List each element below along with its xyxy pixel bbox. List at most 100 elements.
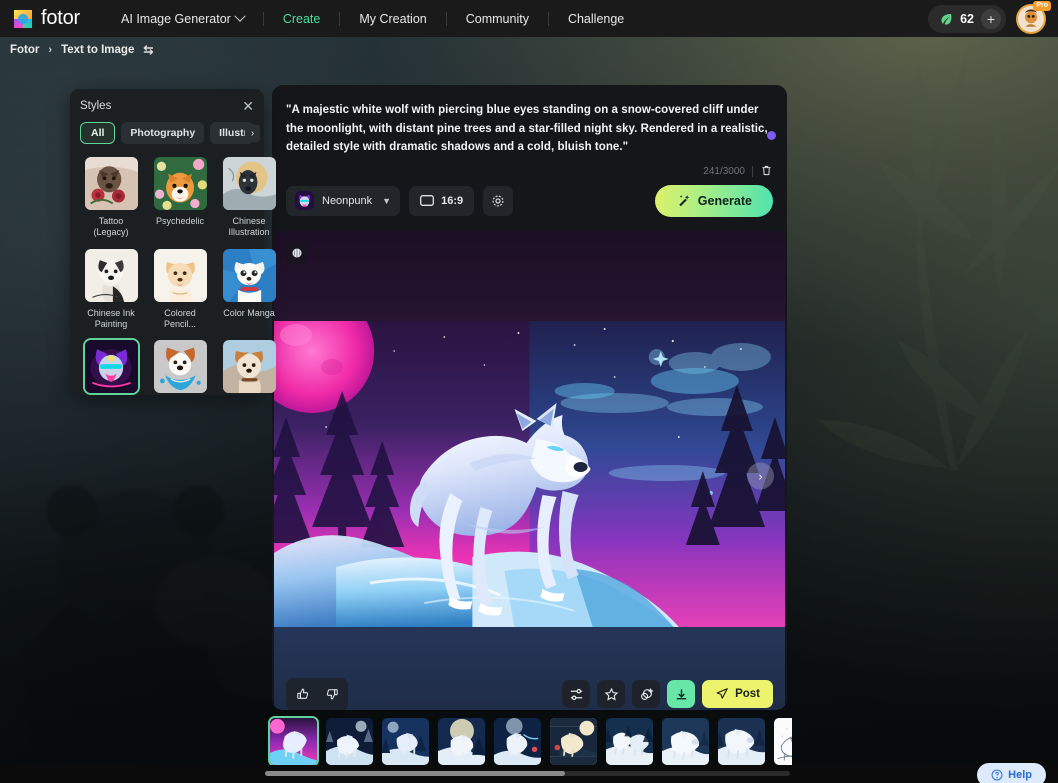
leaf-credit-icon xyxy=(941,13,952,24)
filmstrip-thumb[interactable] xyxy=(772,716,792,767)
star-icon[interactable] xyxy=(597,680,626,709)
aspect-ratio-selector[interactable]: 16:9 xyxy=(409,185,475,216)
settings-button[interactable] xyxy=(483,185,514,216)
nav-label: Challenge xyxy=(567,11,625,26)
style-selector-label: Neonpunk xyxy=(322,194,373,207)
breadcrumb-current[interactable]: Text to Image xyxy=(61,44,134,56)
generation-panel: "A majestic white wolf with piercing blu… xyxy=(272,85,787,710)
aspect-ratio-icon xyxy=(420,195,435,207)
nav-item-my-creation[interactable]: My Creation xyxy=(340,0,445,37)
chevron-down-icon xyxy=(234,10,246,22)
results-filmstrip xyxy=(268,716,792,768)
generation-controls: Neonpunk ▼ 16:9 Generate xyxy=(272,181,787,231)
filmstrip-thumb[interactable] xyxy=(716,716,767,767)
style-selector[interactable]: Neonpunk ▼ xyxy=(286,185,401,216)
filmstrip-thumb[interactable] xyxy=(492,716,543,767)
app-root: fotor AI Image Generator Create My Creat… xyxy=(0,0,1058,783)
filmstrip-thumb[interactable] xyxy=(380,716,431,767)
avatar[interactable]: Pro xyxy=(1016,0,1051,34)
style-item-psychedelic[interactable]: Psychedelic xyxy=(149,155,211,239)
style-thumbnail xyxy=(153,248,207,302)
generate-button[interactable]: Generate xyxy=(654,184,773,217)
vote-group xyxy=(286,677,348,710)
nav-item-challenge[interactable]: Challenge xyxy=(549,0,643,37)
filmstrip-thumb[interactable] xyxy=(660,716,711,767)
download-button[interactable] xyxy=(667,680,696,709)
style-item-color-manga[interactable]: Color Manga xyxy=(218,247,280,331)
add-credits-button[interactable]: + xyxy=(981,8,1001,29)
styles-panel-title: Styles xyxy=(80,100,112,112)
prompt-area: "A majestic white wolf with piercing blu… xyxy=(272,85,787,181)
image-actions: Post xyxy=(562,680,773,709)
nav-label: Create xyxy=(282,11,321,26)
chevron-right-icon[interactable]: › xyxy=(245,125,260,142)
style-item-neonpunk[interactable] xyxy=(80,338,142,399)
brand-logo[interactable]: fotor xyxy=(12,7,80,30)
breadcrumb-root[interactable]: Fotor xyxy=(10,44,39,56)
prompt-status-dot xyxy=(767,131,776,140)
credits-pill[interactable]: 62 + xyxy=(928,4,1006,33)
prompt-input[interactable]: "A majestic white wolf with piercing blu… xyxy=(286,101,773,157)
help-button[interactable]: Help xyxy=(977,763,1046,783)
nav-item-ai-image-generator[interactable]: AI Image Generator xyxy=(102,0,263,37)
brand-name: fotor xyxy=(41,7,81,29)
generate-button-label: Generate xyxy=(697,193,752,208)
nav-item-community[interactable]: Community xyxy=(447,0,548,37)
ai-brain-icon[interactable] xyxy=(286,242,307,264)
post-button-label: Post xyxy=(735,688,760,701)
nav-item-create[interactable]: Create xyxy=(264,0,340,37)
style-category-tabs: All Photography Illustration › xyxy=(80,122,260,144)
style-item-colored-pencil[interactable]: Colored Pencil... xyxy=(149,247,211,331)
style-thumbnail xyxy=(84,157,138,210)
chevron-down-icon: ▼ xyxy=(382,195,392,206)
style-item-label: Chinese Ink Painting xyxy=(87,307,135,329)
style-item-chinese-illustration[interactable]: Chinese Illustration xyxy=(218,155,280,239)
style-item-label: Psychedelic xyxy=(155,216,205,226)
nav-label: Community xyxy=(465,11,529,26)
style-item-splash-art[interactable] xyxy=(149,338,211,399)
style-item-chinese-ink-painting[interactable]: Chinese Ink Painting xyxy=(80,247,142,331)
help-button-label: Help xyxy=(1008,769,1032,781)
bottom-bar xyxy=(0,765,1058,783)
meta-divider xyxy=(752,166,753,178)
nav-label: My Creation xyxy=(359,11,427,26)
filmstrip-thumb[interactable] xyxy=(268,716,319,767)
filmstrip-thumb[interactable] xyxy=(436,716,487,767)
style-item-label: Colored Pencil... xyxy=(163,307,196,329)
scrollbar-thumb[interactable] xyxy=(265,771,565,776)
style-thumbnail xyxy=(153,340,207,393)
style-thumbnail xyxy=(153,157,207,210)
filmstrip-thumb[interactable] xyxy=(548,716,599,767)
style-item-tattoo-legacy[interactable]: Tattoo (Legacy) xyxy=(80,155,142,239)
style-thumbnail xyxy=(222,248,276,302)
character-count: 241/3000 xyxy=(703,166,745,178)
breadcrumb: Fotor › Text to Image ⇆ xyxy=(0,37,153,63)
magic-edit-icon[interactable] xyxy=(632,680,661,709)
send-icon xyxy=(716,688,728,700)
horizontal-scrollbar[interactable] xyxy=(265,771,790,776)
style-item-corgi-style[interactable] xyxy=(218,338,280,399)
sliders-icon[interactable] xyxy=(562,680,591,709)
nav-label: AI Image Generator xyxy=(121,11,231,26)
settings-gear-icon xyxy=(492,195,504,207)
style-thumbnail xyxy=(222,340,276,393)
thumbs-down-icon[interactable] xyxy=(319,682,344,707)
filmstrip-thumb[interactable] xyxy=(604,716,655,767)
style-tab-photography[interactable]: Photography xyxy=(121,122,205,144)
prompt-meta: 241/3000 xyxy=(286,163,773,181)
thumbs-up-icon[interactable] xyxy=(290,682,315,707)
breadcrumb-separator: › xyxy=(48,44,53,56)
filmstrip-thumb[interactable] xyxy=(324,716,375,767)
aspect-ratio-label: 16:9 xyxy=(441,194,464,207)
trash-icon[interactable] xyxy=(760,164,773,180)
next-image-button[interactable]: › xyxy=(747,462,774,490)
style-tab-all[interactable]: All xyxy=(80,122,116,144)
style-item-label: Tattoo (Legacy) xyxy=(93,216,129,238)
top-header: fotor AI Image Generator Create My Creat… xyxy=(0,0,1058,37)
close-icon[interactable]: ✕ xyxy=(242,99,254,113)
swap-icon[interactable]: ⇆ xyxy=(143,43,153,57)
post-button[interactable]: Post xyxy=(702,680,773,709)
style-thumbnail xyxy=(82,338,140,395)
neonpunk-thumb-icon xyxy=(295,191,314,211)
style-item-label: Chinese Illustration xyxy=(228,216,270,238)
